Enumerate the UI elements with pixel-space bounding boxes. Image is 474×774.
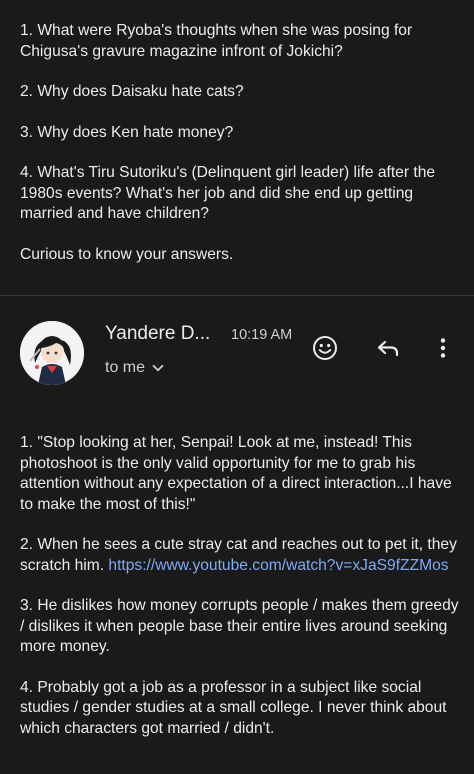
sender-avatar[interactable] bbox=[20, 321, 84, 385]
message-paragraph: 2. Why does Daisaku hate cats? bbox=[20, 83, 244, 100]
emoji-reaction-icon bbox=[313, 336, 337, 360]
message-paragraph: 3. He dislikes how money corrupts people… bbox=[20, 597, 459, 655]
recipient-label: to me bbox=[105, 359, 146, 376]
emoji-reaction-button[interactable] bbox=[310, 333, 340, 363]
message-time: 10:19 AM bbox=[231, 327, 293, 343]
message-paragraph: 1. What were Ryoba's thoughts when she w… bbox=[20, 22, 413, 60]
more-vertical-icon bbox=[440, 338, 446, 358]
youtube-link[interactable]: https://www.youtube.com/watch?v=xJaS9fZZ… bbox=[108, 557, 448, 574]
message-paragraph: 4. What's Tiru Sutoriku's (Delinquent gi… bbox=[20, 164, 436, 222]
message-paragraph: 2. When he sees a cute stray cat and rea… bbox=[20, 535, 460, 576]
reply-message-body: 1. "Stop looking at her, Senpai! Look at… bbox=[20, 433, 460, 759]
sender-name[interactable]: Yandere D... bbox=[105, 323, 210, 345]
more-options-button[interactable] bbox=[428, 333, 458, 363]
message-paragraph: Curious to know your answers. bbox=[20, 245, 234, 263]
message-paragraph: 4. Probably got a job as a professor in … bbox=[20, 678, 447, 737]
previous-message-body: 1. What were Ryoba's thoughts when she w… bbox=[20, 21, 460, 285]
recipient-details-toggle[interactable]: to me bbox=[105, 359, 165, 377]
reply-button[interactable] bbox=[373, 333, 403, 363]
message-paragraph: 1. "Stop looking at her, Senpai! Look at… bbox=[20, 434, 452, 513]
chevron-down-icon bbox=[152, 364, 164, 372]
avatar-image bbox=[20, 321, 84, 385]
message-divider bbox=[0, 295, 474, 296]
reply-arrow-icon bbox=[377, 340, 399, 357]
message-paragraph: 3. Why does Ken hate money? bbox=[20, 123, 234, 141]
